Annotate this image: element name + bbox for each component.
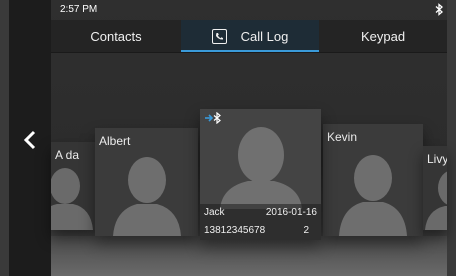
- contact-card-livy[interactable]: Livy: [423, 146, 447, 230]
- call-date: 2016-01-16: [265, 207, 317, 218]
- active-tab-indicator: [181, 50, 319, 52]
- back-button[interactable]: [9, 120, 51, 160]
- tab-keypad[interactable]: Keypad: [319, 20, 447, 52]
- contact-card-kevin[interactable]: Kevin: [323, 124, 423, 236]
- person-silhouette-icon: [425, 171, 447, 230]
- contact-name: Albert: [99, 134, 131, 148]
- person-silhouette-icon: [220, 127, 302, 209]
- phone-icon: [211, 28, 227, 44]
- person-silhouette-icon: [113, 157, 181, 236]
- tab-bar: Contacts Call Log Keypad: [51, 20, 447, 53]
- chevron-left-icon: [23, 130, 36, 150]
- tab-contacts[interactable]: Contacts: [51, 20, 181, 52]
- call-count: 2: [303, 225, 309, 236]
- contact-name: Livy: [427, 152, 447, 166]
- floor-reflection: [51, 236, 447, 276]
- tab-call-log[interactable]: Call Log: [181, 20, 319, 52]
- contact-card-jack[interactable]: Jack 2016-01-16 13812345678 2: [200, 109, 321, 240]
- tab-contacts-label: Contacts: [90, 28, 142, 44]
- contact-name: Jack: [204, 207, 225, 218]
- contact-name: Kevin: [327, 130, 358, 144]
- tab-call-log-label: Call Log: [240, 28, 289, 44]
- contact-card-albert[interactable]: Albert: [95, 128, 198, 236]
- contact-name: A da: [55, 148, 80, 162]
- bluetooth-incoming-icon: [205, 112, 221, 124]
- person-silhouette-icon: [51, 168, 93, 230]
- side-nav-panel: [9, 0, 51, 276]
- bluetooth-icon: [435, 3, 443, 16]
- tab-keypad-label: Keypad: [360, 28, 406, 44]
- status-time: 2:57 PM: [60, 4, 98, 15]
- call-log-screen: 2:57 PM Contacts Call Log Keypad A da Al…: [51, 0, 447, 276]
- phone-number: 13812345678: [204, 225, 266, 236]
- call-log-details: Jack 2016-01-16 13812345678 2: [200, 204, 321, 240]
- contact-card-a-da[interactable]: A da: [51, 142, 95, 230]
- person-silhouette-icon: [339, 155, 407, 236]
- right-bezel: [447, 0, 456, 276]
- left-bezel: [0, 0, 9, 276]
